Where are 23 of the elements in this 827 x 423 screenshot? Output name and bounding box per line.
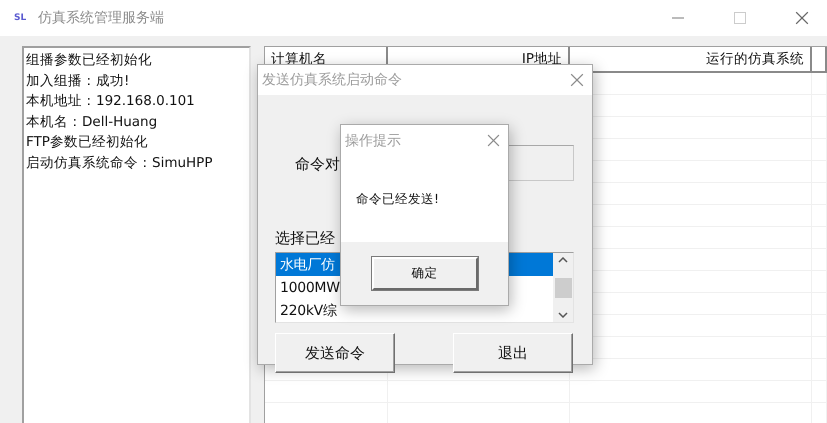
column-header[interactable] bbox=[812, 47, 827, 73]
ok-button[interactable]: 确定 bbox=[372, 257, 478, 290]
app-logo: SL bbox=[14, 13, 26, 23]
scrollbar[interactable] bbox=[553, 253, 573, 322]
field-label: 命令对 bbox=[295, 155, 340, 174]
list-label: 选择已经 bbox=[275, 229, 335, 248]
scrollbar-thumb[interactable] bbox=[554, 278, 572, 298]
message-text: 命令已经发送! bbox=[356, 190, 440, 208]
dialog-title: 发送仿真系统启动命令 bbox=[262, 71, 402, 89]
log-line: 组播参数已经初始化 bbox=[26, 51, 153, 70]
minimize-icon[interactable] bbox=[672, 17, 684, 19]
log-line: 本机地址：192.168.0.101 bbox=[26, 92, 196, 111]
dialog-button[interactable]: 退出 bbox=[453, 333, 573, 373]
close-icon[interactable] bbox=[570, 73, 584, 87]
window-title: 仿真系统管理服务端 bbox=[38, 9, 166, 27]
close-icon[interactable] bbox=[795, 11, 809, 25]
log-line: 启动仿真系统命令：SimuHPP bbox=[26, 154, 214, 172]
close-icon[interactable] bbox=[487, 134, 500, 147]
log-line: 加入组播：成功! bbox=[26, 72, 130, 90]
log-line: FTP参数已经初始化 bbox=[26, 133, 149, 152]
message-box-title: 操作提示 bbox=[345, 132, 401, 150]
log-line: 本机名：Dell-Huang bbox=[26, 112, 158, 132]
dialog-button[interactable]: 发送命令 bbox=[275, 333, 395, 373]
